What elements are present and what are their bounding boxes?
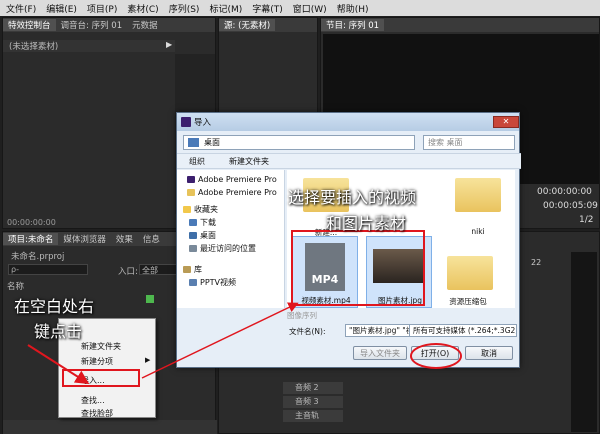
arrow-to-import	[27, 344, 90, 385]
arrow-to-files	[141, 302, 299, 379]
annotation-arrows	[27, 302, 299, 385]
